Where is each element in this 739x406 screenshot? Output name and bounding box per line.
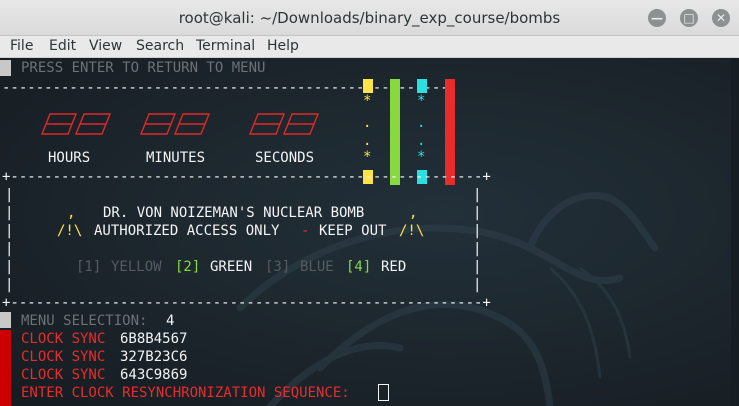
menubar: File Edit View Search Terminal Help (0, 36, 739, 58)
hours-label: HOURS (48, 150, 91, 166)
line-marker (0, 312, 11, 328)
clock-sync-label: CLOCK SYNC (21, 349, 106, 365)
option-4-number: [4] (346, 259, 372, 275)
option-4-label: RED (381, 259, 407, 275)
menu-edit[interactable]: Edit (49, 38, 76, 54)
minimize-button[interactable]: — (648, 9, 666, 27)
terminal-scrollbar[interactable] (731, 58, 739, 406)
box-side-left: | (5, 277, 14, 293)
box-side-left: | (5, 259, 14, 275)
countdown-digits-art (40, 113, 320, 135)
option-2-number: [2] (175, 259, 201, 275)
menu-view[interactable]: View (89, 38, 122, 54)
terminal-cursor[interactable] (378, 384, 389, 402)
menu-file[interactable]: File (10, 38, 33, 54)
error-line-marker (0, 330, 11, 406)
box-side-right: | (473, 241, 482, 257)
box-side-right: | (473, 259, 482, 275)
bomb-title: DR. VON NOIZEMAN'S NUCLEAR BOMB (103, 205, 365, 221)
maximize-button[interactable]: □ (680, 9, 698, 27)
option-1-number: [1] (76, 259, 102, 275)
timer-top-border: ----------------------------------------… (2, 80, 458, 96)
box-side-left: | (5, 205, 14, 221)
blue-wire-mark: * (417, 149, 426, 165)
header-text: PRESS ENTER TO RETURN TO MENU (21, 60, 266, 76)
warning-sign-right: /!\ (399, 223, 425, 239)
seconds-label: SECONDS (255, 150, 315, 166)
menu-selection-label: MENU SELECTION: (21, 313, 148, 329)
box-side-left: | (5, 187, 14, 203)
clock-sync-value: 643C9869 (120, 367, 188, 383)
option-3-label: BLUE (300, 259, 334, 275)
box-side-right: | (473, 277, 482, 293)
box-side-left: | (5, 223, 14, 239)
window-titlebar: root@kali: ~/Downloads/binary_exp_course… (0, 0, 739, 36)
line-marker (0, 60, 11, 76)
warning-separator: - (301, 223, 310, 239)
blue-wire-top (417, 79, 427, 93)
warning-text-right: KEEP OUT (319, 223, 387, 239)
box-side-left: | (5, 241, 14, 257)
minutes-label: MINUTES (146, 150, 206, 166)
clock-sync-value: 6B8B4567 (120, 331, 188, 347)
clock-sync-label: CLOCK SYNC (21, 367, 106, 383)
box-side-right: | (473, 205, 482, 221)
yellow-wire-mark: * (363, 149, 372, 165)
menu-terminal[interactable]: Terminal (196, 38, 255, 54)
resync-prompt: ENTER CLOCK RESYNCHRONIZATION SEQUENCE: (21, 385, 350, 401)
window-title: root@kali: ~/Downloads/binary_exp_course… (178, 9, 561, 27)
warning-text-left: AUTHORIZED ACCESS ONLY (94, 223, 280, 239)
clock-sync-label: CLOCK SYNC (21, 331, 106, 347)
title-comma-left: , (67, 205, 76, 221)
option-3-number: [3] (265, 259, 291, 275)
menu-search[interactable]: Search (136, 38, 184, 54)
menu-help[interactable]: Help (267, 38, 299, 54)
close-button[interactable]: ✕ (712, 9, 730, 27)
blue-wire-mark: * (417, 93, 426, 109)
clock-sync-value: 327B23C6 (120, 349, 188, 365)
title-comma-right: , (409, 205, 418, 221)
box-side-right: | (473, 223, 482, 239)
yellow-wire-top (363, 79, 373, 93)
yellow-wire-mark: . (363, 115, 372, 131)
warning-sign-left: /!\ (57, 223, 83, 239)
option-2-label: GREEN (210, 259, 253, 275)
box-side-right: | (473, 187, 482, 203)
blue-wire-mark: . (417, 115, 426, 131)
yellow-wire-mark: * (363, 93, 372, 109)
terminal-area[interactable]: PRESS ENTER TO RETURN TO MENU ----------… (0, 58, 739, 406)
box-top-border: +---------------------------------------… (2, 169, 491, 185)
option-1-label: YELLOW (111, 259, 162, 275)
box-bottom-border: +---------------------------------------… (2, 295, 491, 311)
menu-selection-value: 4 (166, 313, 175, 329)
